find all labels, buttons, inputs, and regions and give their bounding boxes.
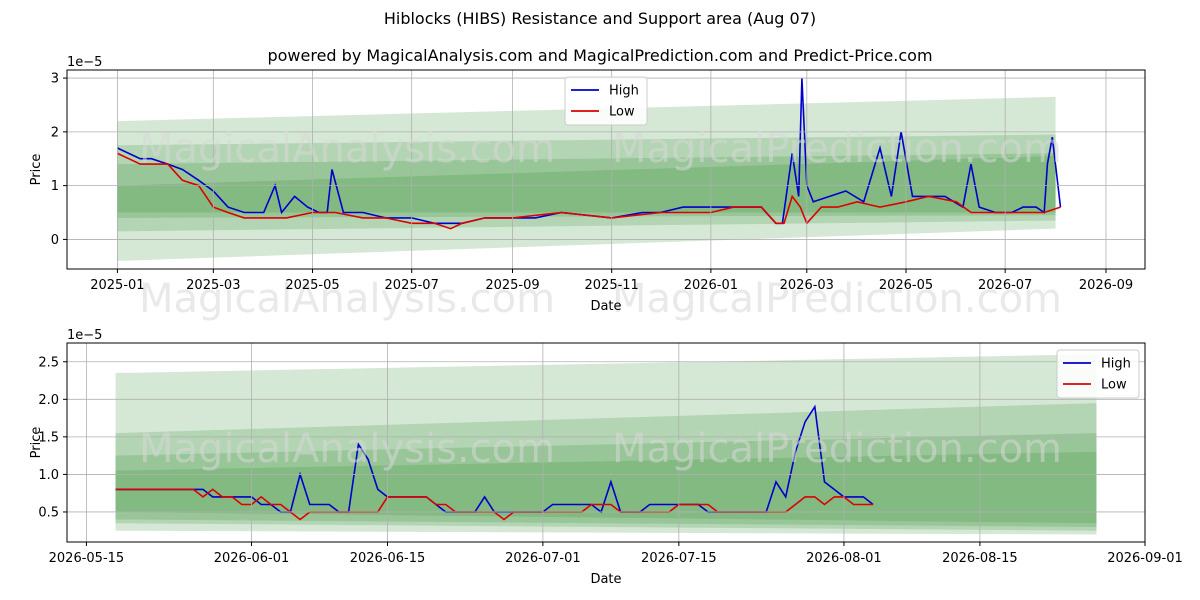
y-axis-label: Price [29,154,44,186]
x-tick-label: 2026-01 [684,278,738,293]
x-tick-label: 2026-08-01 [806,551,882,566]
watermark-text: MagicalAnalysis.com [139,126,555,172]
x-tick-label: 2026-03 [780,278,834,293]
y-tick-label: 0 [51,233,59,248]
watermark-text: MagicalPrediction.com [612,426,1062,472]
y-tick-label: 0.5 [38,505,59,520]
y-exponent-label: 1e−5 [67,328,102,343]
chart-canvas: MagicalAnalysis.com MagicalPrediction.com… [29,55,1183,587]
legend-label-high: High [609,84,639,99]
x-tick-label: 2026-07 [978,278,1032,293]
y-tick-label: 1.0 [38,468,59,483]
legend: High Low [1056,349,1140,399]
x-tick-label: 2026-08-15 [942,551,1018,566]
x-tick-label: 2026-09 [1079,278,1133,293]
y-tick-label: 2.5 [38,355,59,370]
x-tick-label: 2026-05 [879,278,933,293]
y-tick-label: 2.0 [38,393,59,408]
chart-top: MagicalAnalysis.com MagicalPrediction.com… [29,55,1146,322]
y-exponent-label: 1e−5 [67,55,102,70]
legend: High Low [564,76,648,126]
x-tick-label: 2025-03 [186,278,240,293]
x-tick-label: 2026-07-01 [505,551,581,566]
x-axis-label: Date [590,572,621,587]
y-tick-label: 1 [51,179,59,194]
watermark-text: MagicalAnalysis.com [139,426,555,472]
x-tick-label: 2025-09 [485,278,539,293]
watermark-text: MagicalPrediction.com [612,126,1062,172]
chart-bottom: MagicalAnalysis.com MagicalPrediction.com… [29,328,1183,587]
x-tick-label: 2025-05 [285,278,339,293]
x-tick-label: 2026-06-15 [350,551,426,566]
x-tick-label: 2025-11 [585,278,639,293]
x-tick-label: 2026-06-01 [214,551,290,566]
legend-label-low: Low [609,105,635,120]
x-tick-label: 2026-05-15 [49,551,125,566]
x-tick-label: 2025-07 [385,278,439,293]
y-tick-label: 2 [51,125,59,140]
legend-label-high: High [1101,357,1131,372]
x-tick-label: 2026-09-01 [1107,551,1183,566]
x-tick-label: 2025-01 [90,278,144,293]
y-axis-label: Price [29,427,44,459]
y-tick-label: 3 [51,72,59,87]
legend-label-low: Low [1101,378,1127,393]
x-tick-label: 2026-07-15 [641,551,717,566]
x-axis-label: Date [590,299,621,314]
